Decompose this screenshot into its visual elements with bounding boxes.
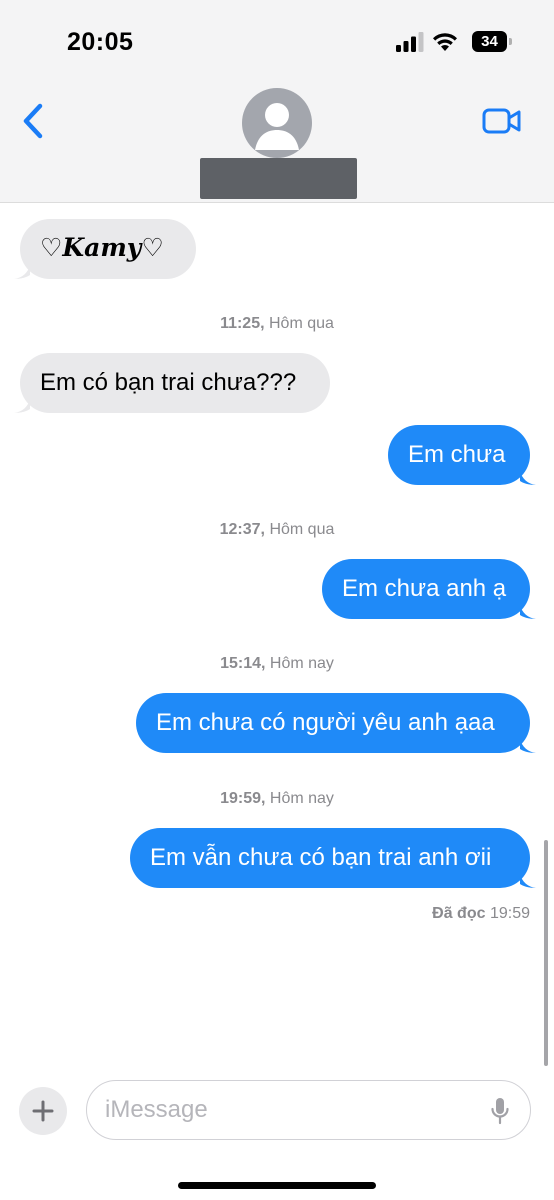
message-text: Em có bạn trai chưa???	[40, 369, 297, 396]
battery-icon: 34	[472, 31, 512, 52]
cellular-signal-icon	[396, 32, 424, 52]
microphone-icon[interactable]	[490, 1097, 510, 1125]
timestamp: 15:14, Hôm nay	[220, 655, 334, 672]
message-list[interactable]: ♡𝑲𝒂𝒎𝒚♡ 11:25, Hôm qua Em có bạn trai chư…	[0, 203, 554, 1073]
read-receipt: Đã đọc 19:59	[432, 905, 530, 922]
timestamp: 12:37, Hôm qua	[219, 521, 335, 538]
scrollbar[interactable]	[544, 840, 548, 1066]
outgoing-message-bubble[interactable]: Em chưa anh ạ	[322, 559, 536, 619]
message-text: ♡𝑲𝒂𝒎𝒚♡	[40, 235, 164, 262]
conversation-header: 20:05 34	[0, 0, 554, 203]
incoming-message-bubble[interactable]: ♡𝑲𝒂𝒎𝒚♡	[14, 219, 196, 279]
plus-icon	[32, 1100, 54, 1122]
chevron-left-icon[interactable]	[20, 102, 46, 140]
timestamp: 11:25, Hôm qua	[220, 315, 334, 332]
message-text: Em vẫn chưa có bạn trai anh ơii	[150, 844, 492, 871]
message-text: Em chưa có người yêu anh ạaa	[156, 709, 495, 736]
timestamp: 19:59, Hôm nay	[220, 790, 334, 807]
battery-level: 34	[472, 31, 507, 52]
message-input[interactable]	[105, 1081, 485, 1139]
message-text: Em chưa anh ạ	[342, 575, 507, 602]
status-time: 20:05	[67, 28, 134, 56]
add-attachment-button[interactable]	[19, 1087, 67, 1135]
message-input-field[interactable]	[86, 1080, 531, 1140]
person-silhouette-icon	[255, 103, 299, 150]
home-indicator	[178, 1182, 376, 1189]
contact-name-redacted[interactable]	[200, 158, 357, 199]
outgoing-message-bubble[interactable]: Em chưa có người yêu anh ạaa	[136, 693, 536, 753]
video-camera-icon[interactable]	[482, 107, 522, 135]
wifi-icon	[433, 33, 457, 51]
outgoing-message-bubble[interactable]: Em vẫn chưa có bạn trai anh ơii	[130, 828, 536, 888]
outgoing-message-bubble[interactable]: Em chưa	[388, 425, 536, 485]
contact-avatar[interactable]	[242, 88, 312, 158]
incoming-message-bubble[interactable]: Em có bạn trai chưa???	[14, 353, 330, 413]
message-text: Em chưa	[408, 441, 506, 468]
